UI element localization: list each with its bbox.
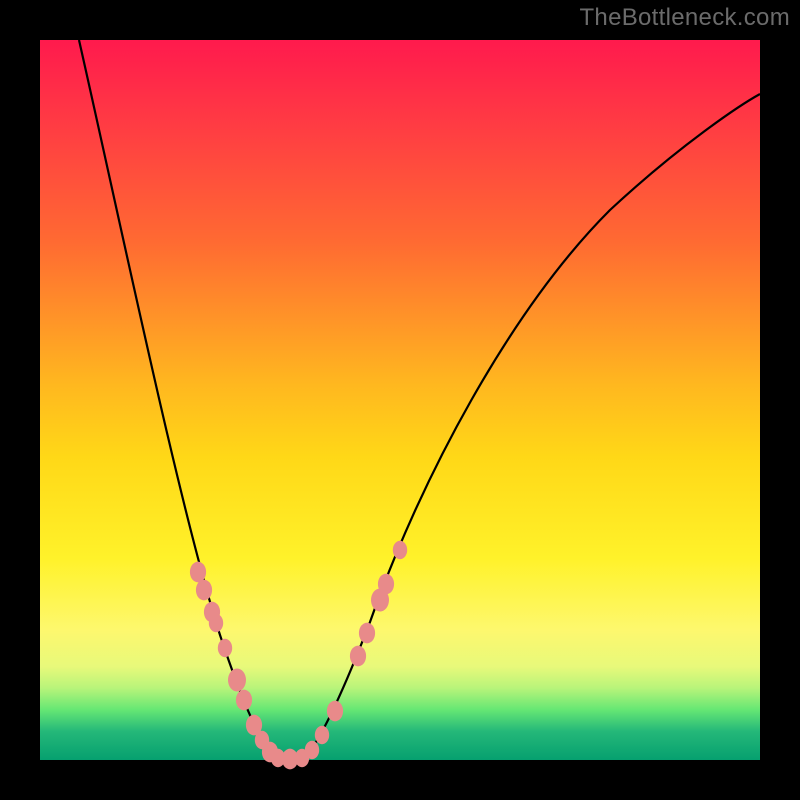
bottleneck-curve <box>79 40 760 758</box>
plot-area <box>40 40 760 760</box>
data-point <box>236 690 252 711</box>
data-point <box>305 741 319 759</box>
data-point <box>350 646 366 667</box>
data-point <box>228 669 246 692</box>
data-point <box>218 639 232 657</box>
data-point <box>315 726 329 744</box>
data-point <box>359 623 375 644</box>
data-point <box>209 614 223 632</box>
highlighted-points-group <box>190 541 407 770</box>
data-point <box>327 701 343 722</box>
chart-frame: TheBottleneck.com <box>0 0 800 800</box>
data-point <box>378 574 394 595</box>
data-point <box>196 580 212 601</box>
curve-layer <box>40 40 760 760</box>
watermark-text: TheBottleneck.com <box>579 4 790 32</box>
data-point <box>393 541 407 559</box>
data-point <box>190 562 206 583</box>
